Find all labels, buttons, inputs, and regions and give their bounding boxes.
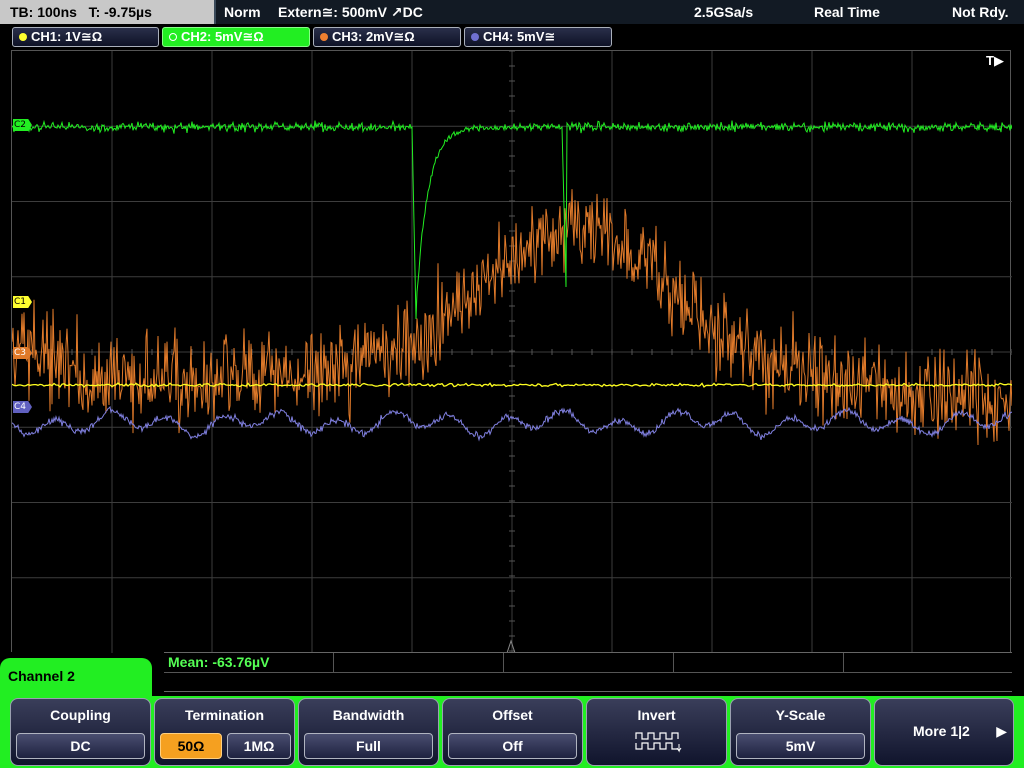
tab-ch3[interactable]: CH3: 2mV≅Ω — [313, 27, 461, 47]
waveform-canvas — [12, 51, 1012, 653]
ch3-dot-icon — [320, 33, 328, 41]
invert-softkey[interactable]: Invert — [586, 698, 727, 766]
bandwidth-softkey[interactable]: Bandwidth Full — [298, 698, 439, 766]
offset-softkey[interactable]: Offset Off — [442, 698, 583, 766]
yscale-value[interactable]: 5mV — [736, 733, 865, 759]
acquisition-state: Not Rdy. — [952, 4, 1009, 20]
status-bar: TB: 100ns T: -9.75µs Norm Extern≅: 500mV… — [0, 0, 1024, 24]
ch2-offset-marker[interactable]: C2 — [13, 119, 33, 131]
ch2-dot-icon — [169, 33, 177, 41]
ch3-offset-marker[interactable]: C3 — [13, 347, 33, 359]
ch3-label: CH3: 2mV≅Ω — [332, 29, 415, 44]
more-label: More 1|2 — [913, 723, 970, 739]
acquisition-mode[interactable]: Real Time — [814, 0, 880, 24]
ch4-offset-marker[interactable]: C4 — [13, 401, 33, 413]
termination-title: Termination — [184, 707, 265, 723]
trigger-source[interactable]: Extern≅: 500mV ↗DC — [278, 0, 423, 24]
trigger-mode[interactable]: Norm — [224, 0, 261, 24]
tab-ch2[interactable]: CH2: 5mV≅Ω — [162, 27, 310, 47]
ch1-offset-marker[interactable]: C1 — [13, 296, 33, 308]
termination-softkey[interactable]: Termination 50Ω 1MΩ — [154, 698, 295, 766]
coupling-value[interactable]: DC — [16, 733, 145, 759]
ch4-label: CH4: 5mV≅ — [483, 29, 556, 44]
yscale-title: Y-Scale — [775, 707, 826, 723]
ch2-label: CH2: 5mV≅Ω — [181, 29, 264, 44]
more-softkey[interactable]: More 1|2 ▶︎ — [874, 698, 1014, 766]
graticule — [12, 51, 1012, 653]
tab-ch4[interactable]: CH4: 5mV≅ — [464, 27, 612, 47]
yscale-softkey[interactable]: Y-Scale 5mV — [730, 698, 871, 766]
invert-waveform-icon — [635, 732, 682, 753]
menu-title: Channel 2 — [8, 668, 75, 684]
timebase-readout[interactable]: TB: 100ns T: -9.75µs — [0, 0, 214, 24]
offset-value[interactable]: Off — [448, 733, 577, 759]
arrow-right-icon: ▶︎ — [996, 723, 1007, 739]
coupling-softkey[interactable]: Coupling DC — [10, 698, 151, 766]
trigger-level-icon: T▶ — [986, 53, 1004, 68]
measurement-panel: Mean: -63.76µV — [164, 652, 1012, 692]
offset-title: Offset — [492, 707, 533, 723]
bandwidth-title: Bandwidth — [332, 707, 405, 723]
ch1-dot-icon — [19, 33, 27, 41]
waveform-display[interactable]: T▶ C2 C1 C3 C4 — [11, 50, 1012, 653]
channel-tabs: CH1: 1V≅Ω CH2: 5mV≅Ω CH3: 2mV≅Ω CH4: 5mV… — [0, 24, 1024, 49]
ch1-label: CH1: 1V≅Ω — [31, 29, 103, 44]
coupling-title: Coupling — [50, 707, 111, 723]
tab-ch1[interactable]: CH1: 1V≅Ω — [12, 27, 159, 47]
termination-1mohm-option[interactable]: 1MΩ — [227, 733, 291, 759]
bandwidth-value[interactable]: Full — [304, 733, 433, 759]
termination-50ohm-option[interactable]: 50Ω — [160, 733, 222, 759]
ch4-dot-icon — [471, 33, 479, 41]
invert-title: Invert — [637, 707, 676, 723]
sample-rate: 2.5GSa/s — [694, 4, 754, 20]
